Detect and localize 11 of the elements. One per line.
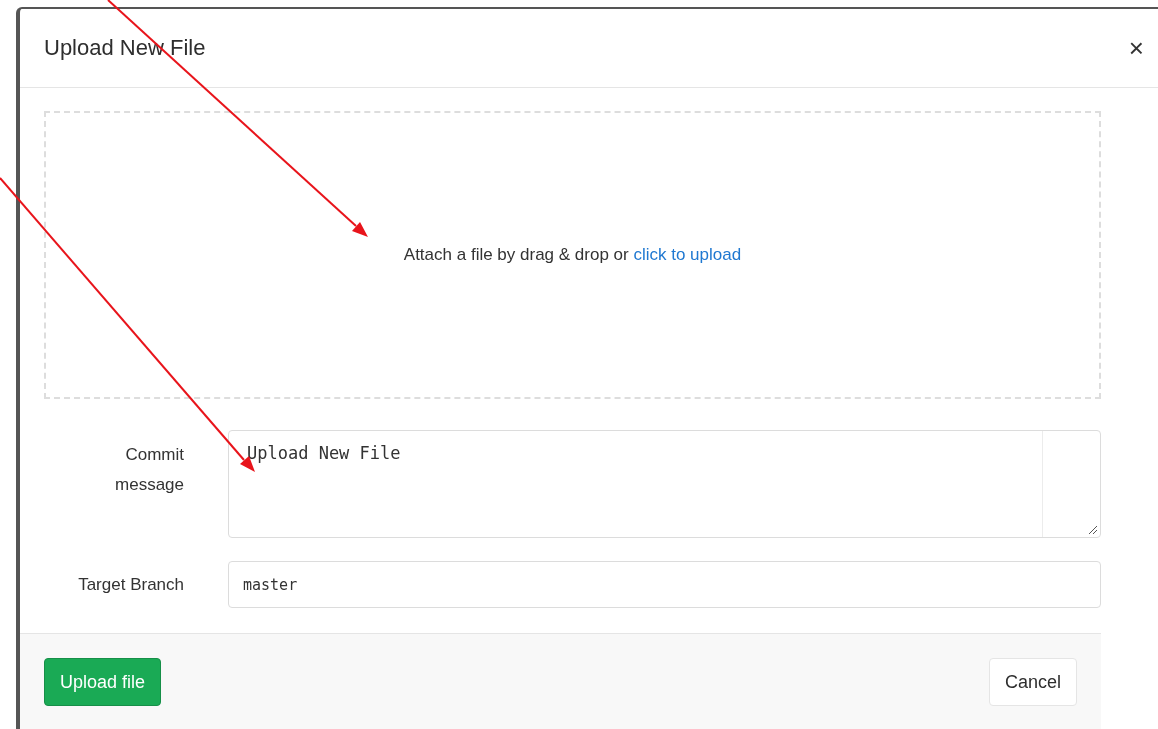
dropzone[interactable]: Attach a file by drag & drop or click to upload bbox=[44, 111, 1101, 399]
resize-grip-icon[interactable] bbox=[1088, 525, 1098, 535]
field-label: Commit message bbox=[114, 444, 184, 496]
commit-message-field[interactable]: Upload New File bbox=[228, 430, 1101, 538]
close-button[interactable]: × bbox=[1128, 35, 1144, 61]
dialog-title: Upload New File bbox=[44, 35, 206, 61]
branch-field[interactable]: master bbox=[228, 561, 1101, 608]
upload-link[interactable]: click to upload bbox=[633, 245, 742, 264]
field-label: Target Branch bbox=[78, 573, 184, 596]
cancel-button[interactable]: Cancel bbox=[988, 658, 1077, 706]
dropzone-text: Attach a file by drag & drop or click to upload bbox=[403, 245, 742, 265]
